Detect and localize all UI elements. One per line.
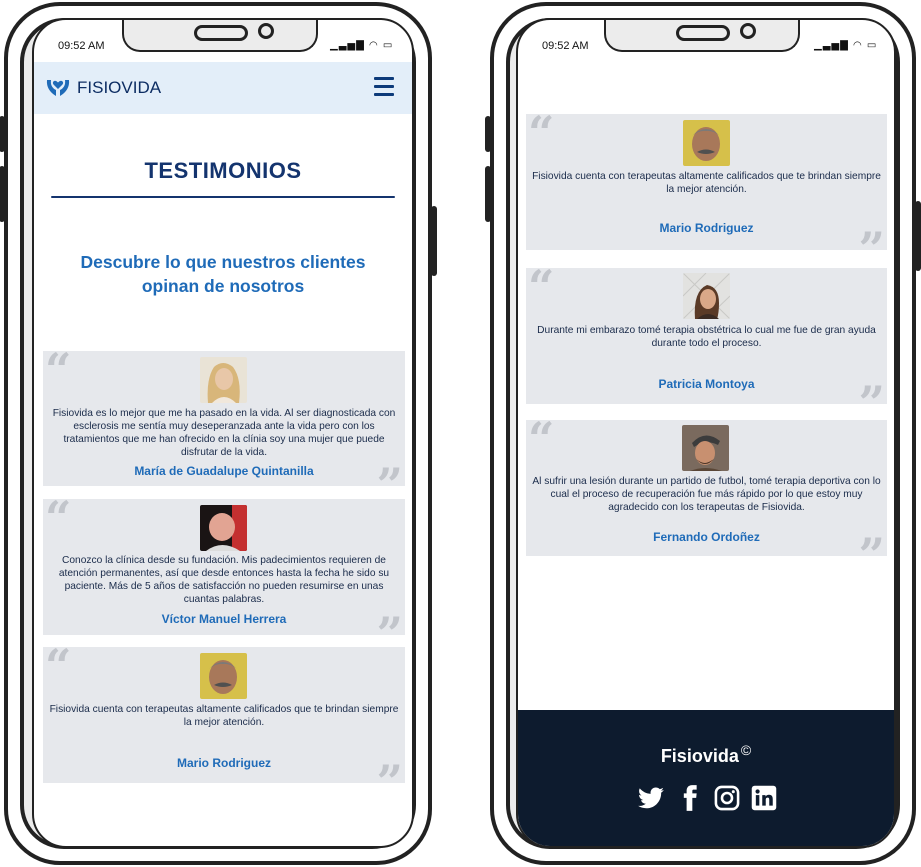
brand-name[interactable]: FISIOVIDA — [77, 78, 161, 98]
quote-close-icon: ” — [376, 755, 403, 809]
side-button — [915, 201, 921, 271]
testimonial-author: Mario Rodriguez — [176, 756, 271, 770]
quote-open-icon: “ — [45, 491, 72, 545]
testimonial-author: Fernando Ordoñez — [653, 530, 760, 544]
testimonial-card: “ Fisiovida es lo mejor que me ha pasado… — [43, 347, 405, 508]
phone-left: 09:52 AM ▁▃▅▇ ◠ ▭ FISIOVIDA TESTIMONIOS … — [0, 2, 437, 865]
phone-right: 09:52 AM ▁▃▅▇ ◠ ▭ “ Fisiovida cuenta con… — [485, 2, 921, 865]
copyright-icon: © — [740, 742, 752, 758]
side-button — [0, 116, 5, 152]
side-button — [0, 166, 5, 222]
testimonial-text: Fisiovida cuenta con terapeutas altament… — [49, 704, 399, 728]
avatar — [200, 653, 247, 699]
testimonial-card: “ Al sufrir una lesión durante un partid… — [526, 416, 887, 578]
testimonial-card: “ Durante mi embarazo tomé terapia obsté… — [526, 264, 887, 426]
hamburger-menu-icon[interactable] — [374, 77, 394, 101]
avatar — [200, 357, 247, 403]
avatar — [683, 120, 730, 166]
signal-icon: ▁▃▅▇ — [814, 40, 849, 51]
footer: Fisiovida © — [518, 710, 894, 846]
testimonial-text: Al sufrir una lesión durante un partido … — [532, 476, 881, 513]
testimonial-text: Fisiovida cuenta con terapeutas altament… — [532, 171, 881, 195]
camera — [740, 23, 756, 39]
avatar — [200, 505, 247, 551]
testimonial-author: María de Guadalupe Quintanilla — [134, 464, 314, 478]
quote-open-icon: “ — [528, 106, 555, 160]
screen: 09:52 AM ▁▃▅▇ ◠ ▭ “ Fisiovida cuenta con… — [516, 18, 896, 848]
linkedin-icon[interactable] — [750, 784, 778, 812]
side-button — [485, 166, 491, 222]
testimonial-text: Fisiovida es lo mejor que me ha pasado e… — [52, 408, 396, 458]
testimonial-author: Patricia Montoya — [658, 377, 755, 391]
testimonial-card: “ Fisiovida cuenta con terapeutas altame… — [526, 110, 887, 272]
title-divider — [51, 196, 395, 198]
quote-open-icon: “ — [45, 343, 72, 397]
instagram-icon[interactable] — [713, 784, 741, 812]
footer-brand: Fisiovida © — [518, 742, 894, 767]
status-time: 09:52 AM — [58, 40, 105, 52]
battery-icon: ▭ — [382, 40, 394, 51]
quote-open-icon: “ — [528, 412, 555, 466]
footer-brand-name: Fisiovida — [660, 746, 739, 766]
page-subtitle: Descubre lo que nuestros clientes opinan… — [54, 250, 392, 298]
facebook-icon[interactable] — [676, 784, 704, 812]
wifi-icon: ◠ — [852, 40, 863, 51]
testimonial-text: Durante mi embarazo tomé terapia obstétr… — [537, 325, 876, 349]
testimonial-author: Víctor Manuel Herrera — [161, 612, 287, 626]
screen: 09:52 AM ▁▃▅▇ ◠ ▭ FISIOVIDA TESTIMONIOS … — [32, 18, 414, 848]
speaker — [194, 25, 248, 41]
subtitle-line: Descubre lo que nuestros clientes — [80, 252, 366, 272]
camera — [258, 23, 274, 39]
navbar: FISIOVIDA — [34, 62, 412, 114]
testimonial-card: “ Fisiovida cuenta con terapeutas altame… — [43, 643, 405, 805]
speaker — [676, 25, 730, 41]
signal-icon: ▁▃▅▇ — [330, 40, 365, 51]
page-title: TESTIMONIOS — [144, 158, 302, 183]
quote-close-icon: ” — [858, 528, 885, 582]
quote-open-icon: “ — [45, 639, 72, 693]
quote-open-icon: “ — [528, 260, 555, 314]
system-icons: ▁▃▅▇ ◠ ▭ — [814, 40, 877, 51]
notch — [122, 20, 318, 52]
side-button — [485, 116, 491, 152]
quote-close-icon: ” — [858, 222, 885, 276]
status-time: 09:52 AM — [542, 40, 589, 52]
testimonial-author: Mario Rodriguez — [659, 221, 754, 235]
testimonial-text: Conozco la clínica desde su fundación. M… — [58, 555, 390, 605]
hands-heart-icon[interactable] — [45, 76, 71, 98]
subtitle-line: opinan de nosotros — [141, 276, 305, 296]
avatar — [683, 273, 730, 319]
twitter-icon[interactable] — [637, 784, 665, 812]
system-icons: ▁▃▅▇ ◠ ▭ — [330, 40, 393, 51]
wifi-icon: ◠ — [368, 40, 379, 51]
notch — [604, 20, 800, 52]
avatar — [682, 425, 729, 471]
testimonial-card: “ Conozco la clínica desde su fundación.… — [43, 495, 405, 657]
battery-icon: ▭ — [866, 40, 878, 51]
side-button — [431, 206, 437, 276]
